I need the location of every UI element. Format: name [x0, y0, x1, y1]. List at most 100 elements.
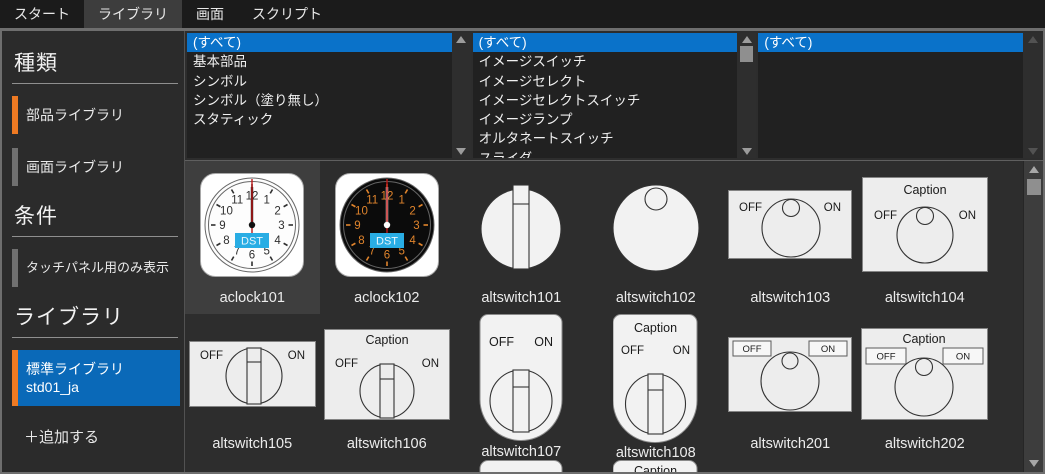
part-type-scrollbar[interactable]: [737, 33, 757, 158]
library-item-altswitch101[interactable]: altswitch101: [454, 161, 589, 314]
divider: [12, 337, 178, 338]
library-item-altswitch106[interactable]: Caption OFF ON altswitch106: [320, 314, 455, 460]
item-label: altswitch107: [481, 444, 562, 460]
svg-text:11: 11: [232, 194, 244, 206]
svg-text:ON: ON: [821, 344, 835, 355]
scroll-up-icon[interactable]: [1028, 166, 1039, 173]
sub-type-option[interactable]: (すべて): [758, 33, 1024, 53]
scroll-up-icon[interactable]: [741, 36, 752, 43]
svg-text:OFF: OFF: [200, 350, 223, 362]
svg-text:6: 6: [384, 249, 390, 261]
part-type-option[interactable]: イメージスイッチ: [473, 52, 738, 71]
svg-text:4: 4: [275, 234, 282, 246]
sidebar-heading-kind: 種類: [14, 52, 58, 75]
library-item-altswitch201[interactable]: OFF ON altswitch201: [723, 314, 858, 460]
item-label: altswitch202: [884, 436, 965, 452]
menu-tab-script[interactable]: スクリプト: [238, 0, 336, 28]
svg-text:8: 8: [358, 234, 364, 246]
svg-text:ON: ON: [673, 345, 690, 357]
sidebar-item-touchpanel-only[interactable]: タッチパネル用のみ表示: [12, 249, 180, 287]
window-body: 種類 部品ライブラリ 画面ライブラリ 条件 タッチパネル用のみ表示 ライブラリ …: [0, 28, 1045, 474]
scrollbar-track[interactable]: [452, 43, 471, 148]
sidebar: 種類 部品ライブラリ 画面ライブラリ 条件 タッチパネル用のみ表示 ライブラリ …: [2, 31, 185, 472]
library-item-altswitch104[interactable]: Caption OFF ON altswitch104: [858, 161, 993, 314]
item-label: altswitch106: [346, 436, 427, 452]
category-option[interactable]: 基本部品: [187, 52, 452, 71]
svg-text:ON: ON: [535, 335, 554, 349]
svg-text:3: 3: [279, 220, 285, 232]
scroll-down-icon[interactable]: [1028, 460, 1039, 467]
altswitch104-thumbnail: Caption OFF ON: [858, 161, 993, 288]
altswitch103-thumbnail: OFF ON: [723, 161, 858, 288]
grid-area: 123456789101112 DST aclock101 1234567891…: [185, 161, 1043, 472]
part-type-option[interactable]: (すべて): [472, 33, 738, 53]
svg-text:ON: ON: [824, 202, 841, 214]
svg-text:11: 11: [366, 194, 378, 206]
library-item-altswitch105[interactable]: OFF ON altswitch105: [185, 314, 320, 460]
part-type-listbox: (すべて) イメージスイッチ イメージセレクト イメージセレクトスイッチ イメージランプ…: [472, 33, 757, 158]
part-type-option[interactable]: オルタネートスイッチ: [473, 129, 738, 148]
library-item-altswitch107[interactable]: OFF ON altswitch107: [454, 314, 589, 460]
category-option[interactable]: シンボル（塗り無し）: [187, 91, 452, 110]
svg-text:Caption: Caption: [634, 321, 677, 335]
sub-type-listbox: (すべて): [758, 33, 1043, 158]
scrollbar-thumb[interactable]: [1026, 179, 1041, 195]
filter-listboxes: (すべて) 基本部品 シンボル シンボル（塗り無し） スタティック (すべて) イメージスイ…: [185, 31, 1043, 161]
part-type-option[interactable]: イメージセレクトスイッチ: [473, 91, 738, 110]
svg-text:1: 1: [264, 194, 270, 206]
category-scrollbar[interactable]: [451, 33, 471, 158]
menu-tab-start[interactable]: スタート: [0, 0, 84, 28]
svg-text:Caption: Caption: [634, 464, 677, 472]
scrollbar-thumb[interactable]: [740, 46, 754, 62]
scroll-down-icon[interactable]: [741, 148, 752, 155]
part-type-option[interactable]: イメージランプ: [473, 110, 738, 129]
item-label: aclock101: [219, 290, 285, 306]
sidebar-item-parts-library[interactable]: 部品ライブラリ: [12, 96, 180, 134]
library-item-altswitch102[interactable]: altswitch102: [589, 161, 724, 314]
library-item-altswitch103[interactable]: OFF ON altswitch103: [723, 161, 858, 314]
sidebar-item-standard-library[interactable]: 標準ライブラリ std01_ja: [12, 350, 180, 406]
sidebar-item-screen-library[interactable]: 画面ライブラリ: [12, 148, 180, 186]
scroll-down-icon: [1027, 148, 1038, 155]
library-item-altswitch202[interactable]: Caption OFF ON altswitch202: [858, 314, 993, 460]
category-list: (すべて) 基本部品 シンボル シンボル（塗り無し） スタティック: [187, 33, 452, 158]
menu-tab-library[interactable]: ライブラリ: [84, 0, 182, 28]
altswitch108-thumbnail: Caption OFF ON: [589, 314, 724, 443]
library-item-partial[interactable]: [454, 460, 589, 472]
svg-text:10: 10: [355, 205, 368, 217]
item-label: altswitch201: [750, 436, 831, 452]
divider: [12, 236, 178, 237]
scrollbar-track: [1023, 43, 1042, 148]
menubar: スタート ライブラリ 画面 スクリプト: [0, 0, 1045, 28]
svg-text:ON: ON: [956, 352, 970, 363]
scroll-down-icon[interactable]: [456, 148, 467, 155]
add-library-button[interactable]: ＋追加する: [24, 420, 184, 453]
category-option[interactable]: スタティック: [187, 110, 452, 129]
library-item-altswitch108[interactable]: Caption OFF ON altswitch108: [589, 314, 724, 461]
svg-text:3: 3: [413, 220, 419, 232]
divider: [12, 83, 178, 84]
category-option[interactable]: シンボル: [187, 72, 452, 91]
item-label: altswitch104: [884, 290, 965, 306]
scrollbar-track[interactable]: [1024, 173, 1043, 460]
svg-text:OFF: OFF: [739, 202, 762, 214]
library-item-partial[interactable]: Caption: [589, 460, 724, 472]
sidebar-heading-condition: 条件: [14, 205, 58, 228]
category-option[interactable]: (すべて): [187, 33, 452, 53]
svg-text:OFF: OFF: [621, 345, 644, 357]
menu-tab-screen[interactable]: 画面: [182, 0, 238, 28]
part-type-option[interactable]: スライダ: [473, 149, 738, 158]
category-listbox: (すべて) 基本部品 シンボル シンボル（塗り無し） スタティック: [187, 33, 471, 158]
part-type-option[interactable]: イメージセレクト: [473, 72, 738, 91]
altswitch106-thumbnail: Caption OFF ON: [320, 314, 455, 434]
grid-scrollbar[interactable]: [1023, 161, 1043, 472]
library-item-aclock102[interactable]: 123456789101112 DST aclock102: [320, 161, 455, 314]
scroll-up-icon[interactable]: [456, 36, 467, 43]
svg-text:OFF: OFF: [874, 210, 897, 222]
svg-text:DST: DST: [376, 235, 398, 247]
aclock102-thumbnail: 123456789101112 DST: [320, 161, 455, 288]
scrollbar-track[interactable]: [737, 43, 756, 148]
svg-text:ON: ON: [288, 350, 305, 362]
svg-text:8: 8: [223, 234, 229, 246]
library-item-aclock101[interactable]: 123456789101112 DST aclock101: [185, 161, 320, 314]
